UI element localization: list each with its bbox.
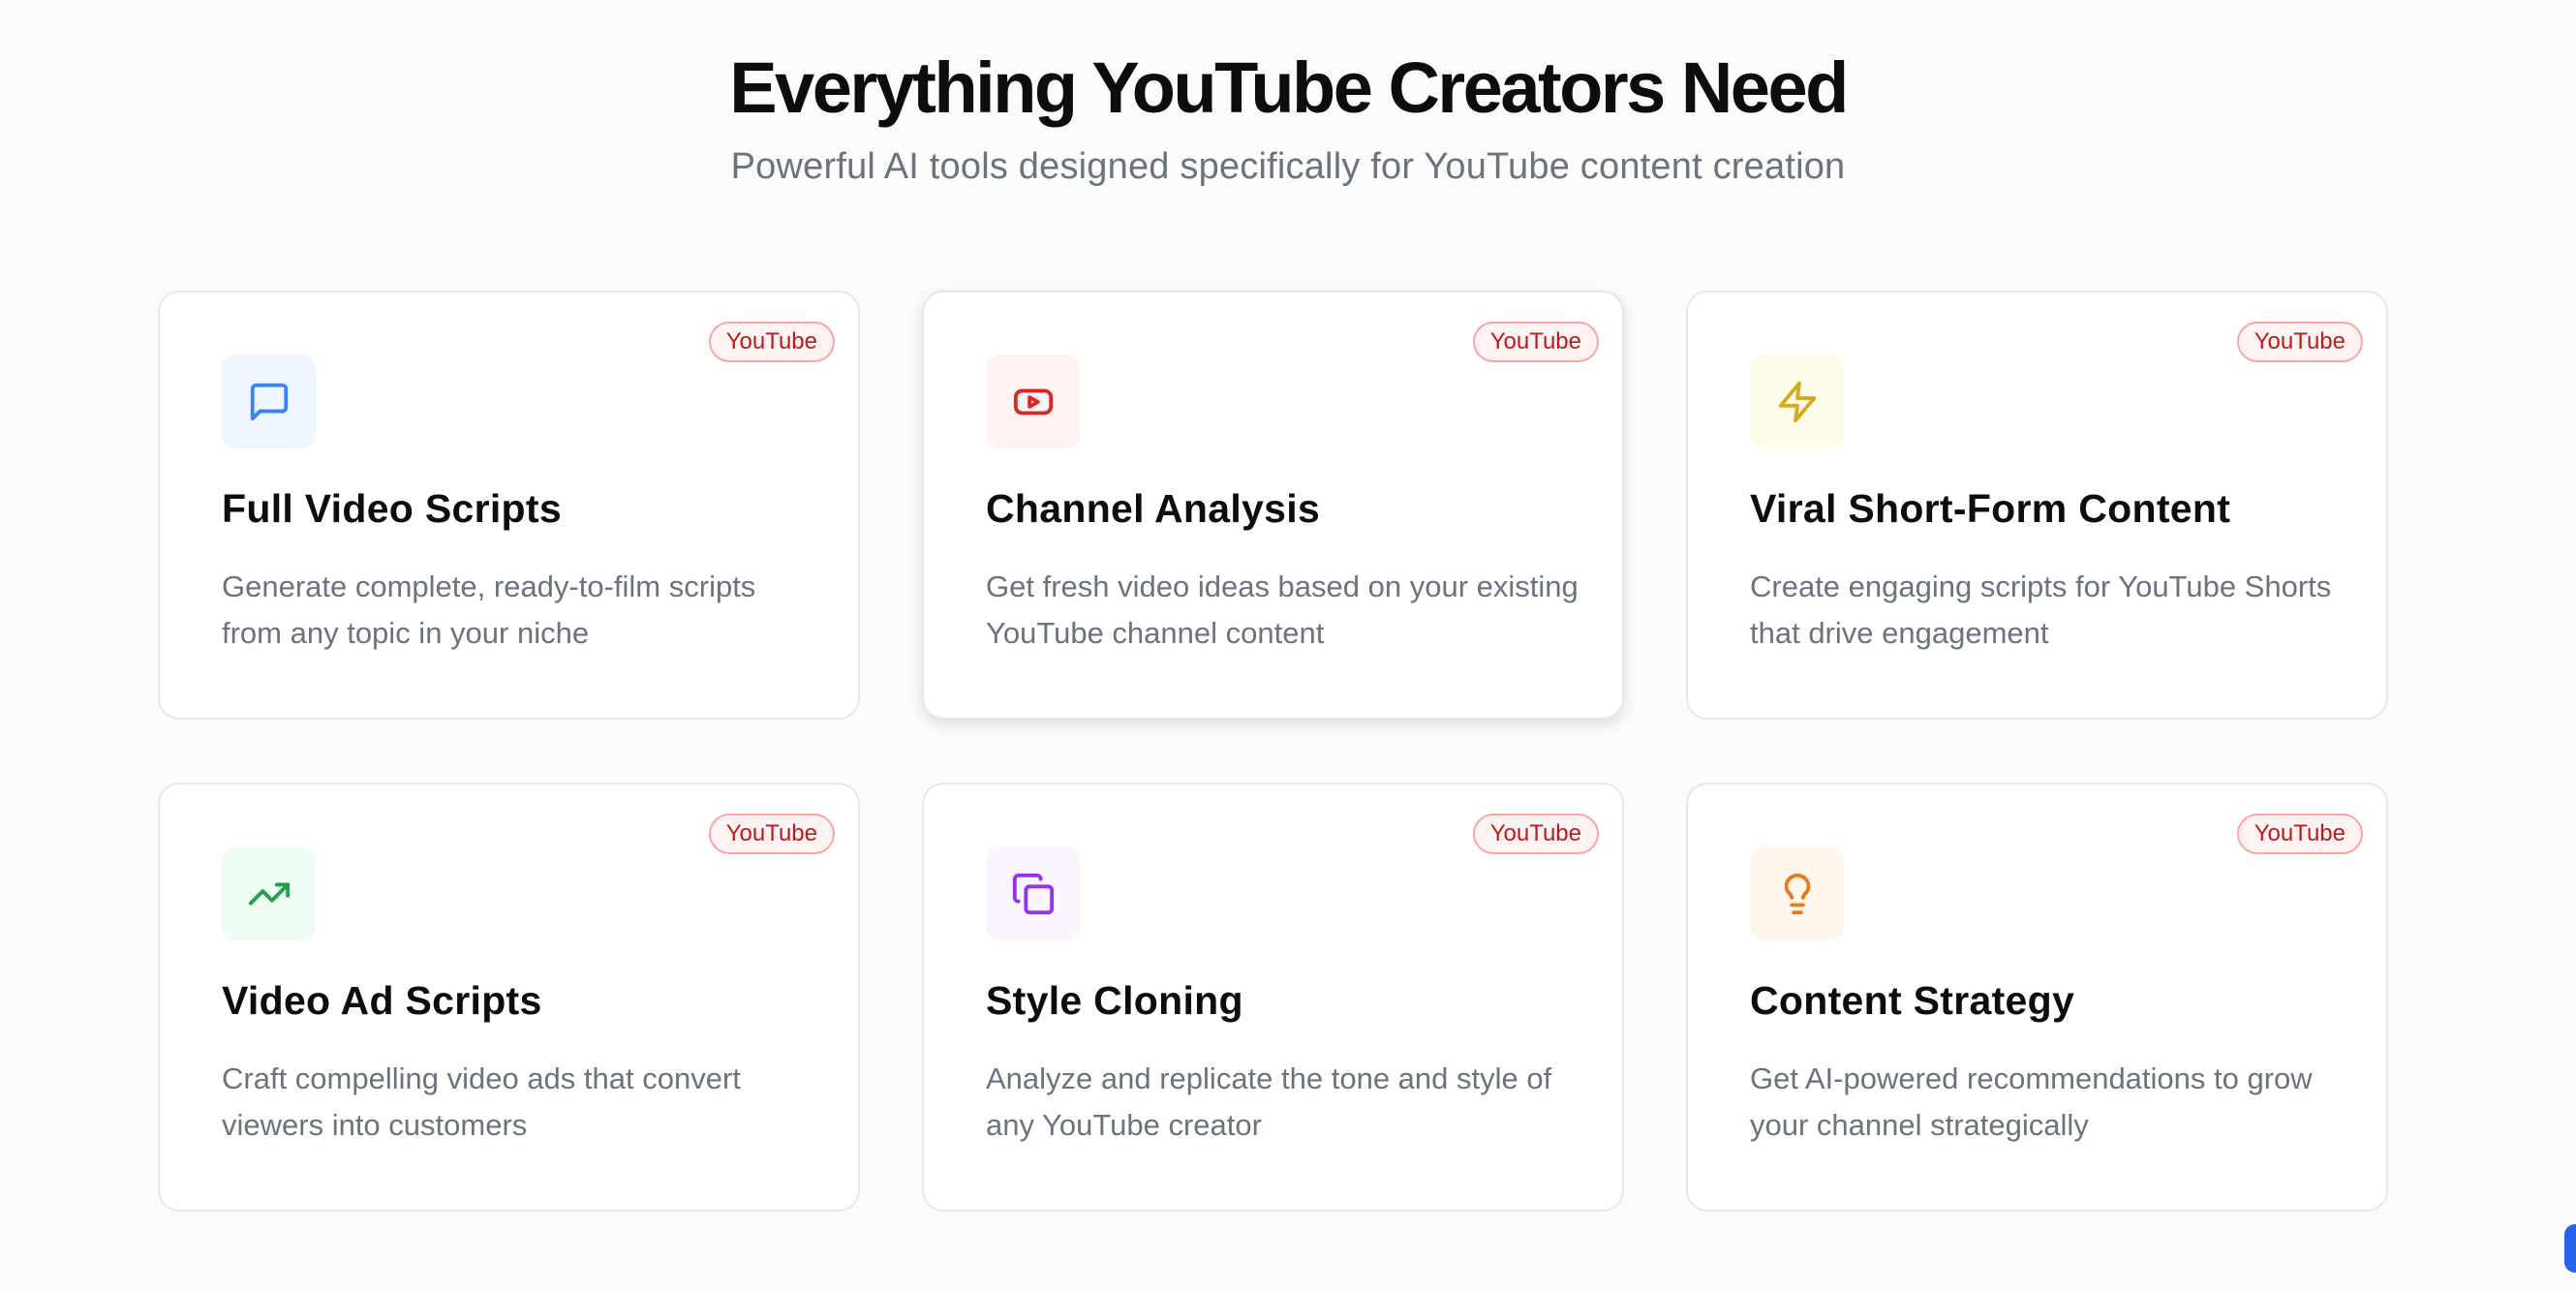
features-grid: YouTube Full Video Scripts Generate comp… — [158, 291, 2388, 1212]
trending-up-icon — [222, 846, 316, 940]
section-subtitle: Powerful AI tools designed specifically … — [730, 146, 1846, 187]
lightning-bolt-icon — [1750, 354, 1844, 448]
youtube-icon — [986, 354, 1080, 448]
youtube-badge: YouTube — [708, 814, 835, 854]
youtube-badge: YouTube — [1472, 322, 1599, 362]
floating-action-button[interactable] — [2564, 1224, 2576, 1273]
card-title: Content Strategy — [1750, 978, 2075, 1023]
card-description: Create engaging scripts for YouTube Shor… — [1750, 569, 2332, 650]
lightbulb-icon — [1750, 846, 1844, 940]
feature-card-channel-analysis[interactable]: YouTube Channel Analysis Get fresh video… — [922, 291, 1624, 720]
card-title: Video Ad Scripts — [222, 978, 542, 1023]
feature-card-content-strategy[interactable]: YouTube Content Strategy Get AI-powered … — [1686, 783, 2388, 1212]
card-title: Style Cloning — [986, 978, 1243, 1023]
card-description: Get fresh video ideas based on your exis… — [986, 569, 1579, 650]
features-section: Everything YouTube Creators Need Powerfu… — [0, 0, 2576, 1292]
copy-icon — [986, 846, 1080, 940]
feature-card-viral-short-form[interactable]: YouTube Viral Short-Form Content Create … — [1686, 291, 2388, 720]
card-description: Craft compelling video ads that convert … — [222, 1061, 741, 1142]
card-description: Generate complete, ready-to-film scripts… — [222, 569, 756, 650]
card-description: Get AI-powered recommendations to grow y… — [1750, 1061, 2313, 1142]
card-description: Analyze and replicate the tone and style… — [986, 1061, 1552, 1142]
feature-card-video-ad-scripts[interactable]: YouTube Video Ad Scripts Craft compellin… — [158, 783, 860, 1212]
feature-card-full-video-scripts[interactable]: YouTube Full Video Scripts Generate comp… — [158, 291, 860, 720]
youtube-badge: YouTube — [2236, 814, 2363, 854]
youtube-badge: YouTube — [708, 322, 835, 362]
message-square-icon — [222, 354, 316, 448]
card-title: Channel Analysis — [986, 486, 1321, 531]
youtube-badge: YouTube — [2236, 322, 2363, 362]
youtube-badge: YouTube — [1472, 814, 1599, 854]
card-title: Viral Short-Form Content — [1750, 486, 2231, 531]
card-title: Full Video Scripts — [222, 486, 562, 531]
section-title: Everything YouTube Creators Need — [729, 47, 1849, 128]
feature-card-style-cloning[interactable]: YouTube Style Cloning Analyze and replic… — [922, 783, 1624, 1212]
